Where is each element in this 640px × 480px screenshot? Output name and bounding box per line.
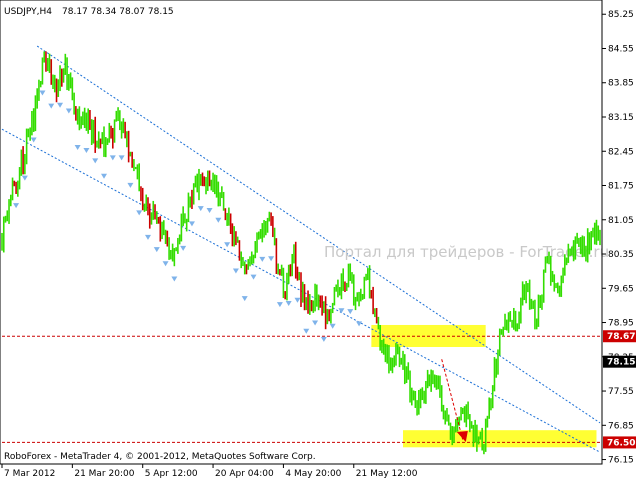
y-tick-label: 77.55 (608, 387, 634, 397)
price-chart[interactable]: Портал для трейдеров - ForTrader.ru 85.2… (0, 0, 640, 480)
y-tick-label: 76.15 (608, 456, 634, 466)
chart-ohlc: 78.17 78.34 78.07 78.15 (62, 7, 174, 17)
footer-copyright: RoboForex - MetaTrader 4, © 2001-2012, M… (4, 452, 316, 462)
y-tick-label: 76.85 (608, 421, 634, 431)
x-tick-label: 21 Mar 20:00 (74, 469, 134, 479)
y-tick-label: 83.85 (608, 79, 634, 89)
y-tick-label: 82.45 (608, 147, 634, 157)
x-tick-label: 21 May 12:00 (356, 469, 418, 479)
y-tick-label: 83.15 (608, 113, 634, 123)
level-tag-label-current: 78.15 (607, 358, 635, 368)
chart-symbol: USDJPY,H4 (4, 7, 52, 17)
x-tick-label: 5 Apr 12:00 (145, 469, 198, 479)
target-zone-1 (403, 430, 597, 448)
y-tick-label: 85.25 (608, 10, 634, 20)
x-tick-label: 7 Mar 2012 (4, 469, 55, 479)
mt4-chart-window[interactable]: Портал для трейдеров - ForTrader.ru 85.2… (0, 0, 640, 480)
y-tick-label: 81.75 (608, 182, 634, 192)
y-tick-label: 79.65 (608, 284, 634, 294)
y-tick-label: 81.05 (608, 216, 634, 226)
level-tag-label-lower: 76.50 (607, 438, 635, 448)
x-tick-label: 4 May 20:00 (285, 469, 341, 479)
chart-background (0, 0, 640, 480)
y-tick-label: 84.55 (608, 44, 634, 54)
y-tick-label: 78.95 (608, 319, 634, 329)
level-tag-label-upper: 78.67 (607, 332, 635, 342)
x-tick-label: 20 Apr 04:00 (215, 469, 274, 479)
y-tick-label: 80.35 (608, 250, 634, 260)
